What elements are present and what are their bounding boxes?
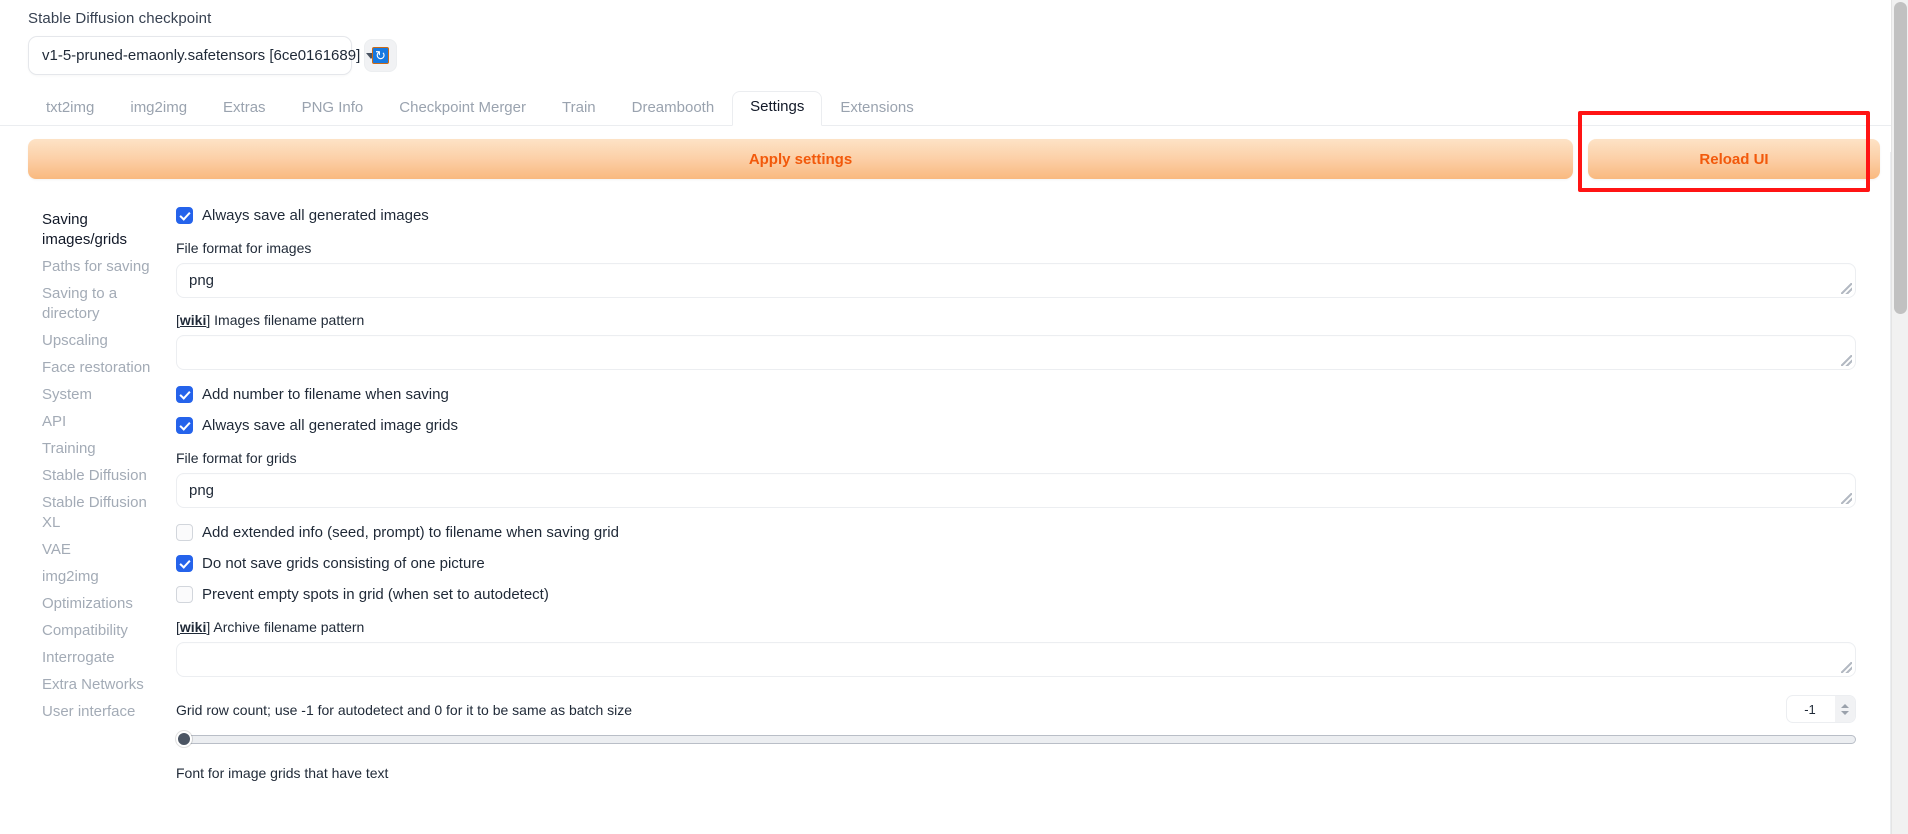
sidebar-item-stable-diffusion-xl[interactable]: Stable Diffusion XL: [28, 490, 152, 537]
resize-grip-icon[interactable]: [1841, 493, 1852, 504]
setting-always-save-grids[interactable]: Always save all generated image grids: [176, 415, 1856, 436]
scrollbar-thumb[interactable]: [1894, 2, 1907, 314]
sidebar-item-user-interface[interactable]: User interface: [28, 699, 152, 726]
slider-thumb[interactable]: [176, 731, 192, 747]
file-format-grids-input[interactable]: png: [176, 473, 1856, 508]
images-filename-pattern-input[interactable]: [176, 335, 1856, 370]
input-value: png: [189, 272, 215, 289]
checkbox-label: Always save all generated images: [202, 207, 429, 224]
checkpoint-bar: Stable Diffusion checkpoint v1-5-pruned-…: [0, 0, 1908, 75]
sidebar-item-training[interactable]: Training: [28, 436, 152, 463]
checkbox-add-number-to-filename[interactable]: [176, 386, 193, 403]
slider-track[interactable]: [176, 734, 1856, 744]
slider-header: Grid row count; use -1 for autodetect an…: [176, 695, 1856, 723]
slider-label: Grid row count; use -1 for autodetect an…: [176, 702, 633, 718]
tab-extras[interactable]: Extras: [205, 93, 284, 126]
checkbox-label: Always save all generated image grids: [202, 417, 458, 434]
setting-file-format-grids: File format for grids png: [176, 449, 1856, 508]
checkpoint-dropdown[interactable]: v1-5-pruned-emaonly.safetensors [6ce0161…: [28, 36, 377, 75]
setting-prevent-empty-spots[interactable]: Prevent empty spots in grid (when set to…: [176, 584, 1856, 605]
setting-archive-filename-pattern: [wiki] Archive filename pattern: [176, 618, 1856, 677]
stepper-down-icon[interactable]: [1841, 710, 1849, 715]
wiki-link[interactable]: wiki: [180, 312, 206, 328]
grid-row-count-slider[interactable]: [176, 731, 1856, 747]
tab-img2img[interactable]: img2img: [112, 93, 205, 126]
number-stepper[interactable]: [1835, 696, 1855, 722]
input-value: png: [189, 482, 215, 499]
grid-row-count-number-input[interactable]: -1: [1786, 695, 1856, 723]
sidebar-item-interrogate[interactable]: Interrogate: [28, 645, 152, 672]
tab-settings[interactable]: Settings: [732, 91, 823, 126]
number-value: -1: [1804, 701, 1816, 717]
sidebar-item-saving-images-grids[interactable]: Saving images/grids: [28, 207, 152, 254]
field-label-text: Archive filename pattern: [213, 619, 365, 635]
tab-dreambooth[interactable]: Dreambooth: [614, 93, 733, 126]
resize-grip-icon[interactable]: [1841, 662, 1852, 673]
tab-png-info[interactable]: PNG Info: [284, 93, 382, 126]
checkbox-add-extended-info[interactable]: [176, 524, 193, 541]
field-label: File format for images: [176, 240, 312, 256]
checkbox-prevent-empty-spots[interactable]: [176, 586, 193, 603]
checkbox-label: Prevent empty spots in grid (when set to…: [202, 586, 549, 603]
archive-filename-pattern-input[interactable]: [176, 642, 1856, 677]
sidebar-item-vae[interactable]: VAE: [28, 537, 152, 564]
resize-grip-icon[interactable]: [1841, 283, 1852, 294]
sidebar-item-system[interactable]: System: [28, 382, 152, 409]
resize-grip-icon[interactable]: [1841, 355, 1852, 366]
checkbox-label: Add number to filename when saving: [202, 386, 449, 403]
setting-file-format-images: File format for images png: [176, 239, 1856, 298]
tab-extensions[interactable]: Extensions: [822, 93, 931, 126]
field-label: [wiki] Archive filename pattern: [176, 619, 365, 635]
checkpoint-label: Stable Diffusion checkpoint: [28, 10, 212, 27]
setting-grid-row-count: Grid row count; use -1 for autodetect an…: [176, 695, 1856, 747]
checkpoint-value: v1-5-pruned-emaonly.safetensors [6ce0161…: [42, 47, 361, 64]
settings-panel: Always save all generated images File fo…: [152, 205, 1880, 782]
sidebar-item-face-restoration[interactable]: Face restoration: [28, 355, 152, 382]
reload-ui-button[interactable]: Reload UI: [1588, 139, 1880, 179]
tab-txt2img[interactable]: txt2img: [28, 93, 112, 126]
apply-settings-button[interactable]: Apply settings: [28, 139, 1573, 179]
stable-diffusion-webui-window: Stable Diffusion checkpoint v1-5-pruned-…: [0, 0, 1908, 834]
font-for-grids-label: Font for image grids that have text: [176, 765, 389, 781]
settings-action-bar: Apply settings Reload UI: [0, 126, 1908, 179]
field-label: [wiki] Images filename pattern: [176, 312, 365, 328]
tab-train[interactable]: Train: [544, 93, 614, 126]
settings-sidebar: Saving images/grids Paths for saving Sav…: [28, 205, 152, 782]
page-scrollbar[interactable]: [1891, 0, 1908, 834]
setting-always-save-images[interactable]: Always save all generated images: [176, 205, 1856, 226]
sidebar-item-extra-networks[interactable]: Extra Networks: [28, 672, 152, 699]
sidebar-item-paths-for-saving[interactable]: Paths for saving: [28, 254, 152, 281]
stepper-up-icon[interactable]: [1841, 703, 1849, 708]
sidebar-item-saving-to-a-directory[interactable]: Saving to a directory: [28, 281, 152, 328]
checkbox-label: Do not save grids consisting of one pict…: [202, 555, 485, 572]
settings-content: Saving images/grids Paths for saving Sav…: [0, 179, 1908, 782]
checkpoint-row: v1-5-pruned-emaonly.safetensors [6ce0161…: [28, 36, 1880, 75]
sidebar-item-upscaling[interactable]: Upscaling: [28, 328, 152, 355]
field-label: File format for grids: [176, 450, 297, 466]
field-label-text: Images filename pattern: [214, 312, 365, 328]
checkbox-always-save-images[interactable]: [176, 207, 193, 224]
file-format-images-input[interactable]: png: [176, 263, 1856, 298]
sidebar-item-api[interactable]: API: [28, 409, 152, 436]
sidebar-item-optimizations[interactable]: Optimizations: [28, 591, 152, 618]
checkbox-no-single-picture-grids[interactable]: [176, 555, 193, 572]
wiki-link[interactable]: wiki: [180, 619, 206, 635]
checkbox-always-save-grids[interactable]: [176, 417, 193, 434]
sidebar-item-compatibility[interactable]: Compatibility: [28, 618, 152, 645]
setting-add-extended-info[interactable]: Add extended info (seed, prompt) to file…: [176, 522, 1856, 543]
tab-checkpoint-merger[interactable]: Checkpoint Merger: [381, 93, 544, 126]
sidebar-item-img2img[interactable]: img2img: [28, 564, 152, 591]
setting-no-single-picture-grids[interactable]: Do not save grids consisting of one pict…: [176, 553, 1856, 574]
checkbox-label: Add extended info (seed, prompt) to file…: [202, 524, 619, 541]
refresh-icon: ↻: [372, 47, 389, 64]
setting-add-number-to-filename[interactable]: Add number to filename when saving: [176, 384, 1856, 405]
setting-images-filename-pattern: [wiki] Images filename pattern: [176, 311, 1856, 370]
main-tabs: txt2img img2img Extras PNG Info Checkpoi…: [0, 91, 1908, 126]
sidebar-item-stable-diffusion[interactable]: Stable Diffusion: [28, 463, 152, 490]
